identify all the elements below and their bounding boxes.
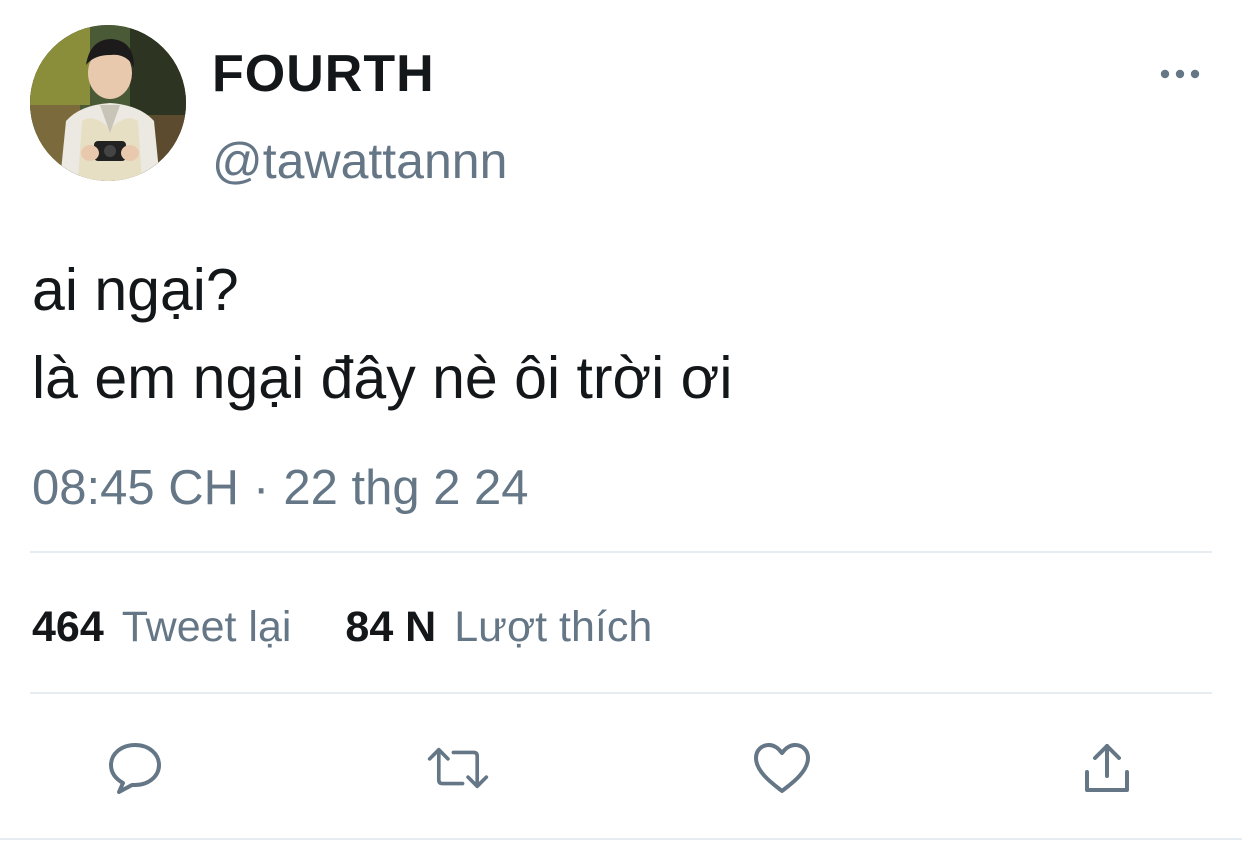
reply-icon	[109, 743, 161, 794]
tweet-date: 22 thg 2 24	[283, 461, 529, 515]
reply-button[interactable]	[103, 736, 167, 800]
retweet-label: Tweet lại	[121, 603, 292, 651]
tweet-text: ai ngại? là em ngại đây nè ôi trời ơi	[32, 246, 1212, 422]
tweet-timestamp[interactable]: 08:45 CH · 22 thg 2 24	[32, 458, 529, 518]
retweet-stat[interactable]: 464 Tweet lại	[32, 603, 303, 651]
tweet-time: 08:45 CH	[32, 461, 240, 515]
heart-icon	[754, 743, 810, 793]
tweet-card: FOURTH @tawattannn ai ngại? là em ngại đ…	[0, 0, 1242, 858]
tweet-text-line-2: là em ngại đây nè ôi trời ơi	[32, 345, 733, 411]
like-button[interactable]	[750, 736, 814, 800]
timestamp-separator: ·	[253, 461, 270, 515]
divider-top	[30, 551, 1212, 553]
more-icon[interactable]	[1150, 56, 1210, 92]
share-button[interactable]	[1075, 736, 1139, 800]
retweet-button[interactable]	[426, 736, 490, 800]
like-count: 84 N	[345, 603, 437, 651]
like-stat[interactable]: 84 N Lượt thích	[345, 603, 652, 651]
retweet-icon	[427, 747, 489, 789]
bottom-border	[0, 838, 1242, 840]
divider-bottom	[30, 692, 1212, 694]
tweet-text-line-1: ai ngại?	[32, 257, 239, 323]
like-label: Lượt thích	[454, 603, 653, 651]
retweet-count: 464	[32, 603, 104, 651]
avatar-image	[30, 25, 186, 181]
tweet-stats: 464 Tweet lại 84 N Lượt thích	[32, 600, 652, 654]
display-name[interactable]: FOURTH	[212, 44, 435, 104]
user-handle[interactable]: @tawattannn	[212, 132, 507, 190]
share-icon	[1085, 744, 1129, 792]
more-icon-glyph	[1160, 69, 1200, 79]
action-bar	[0, 736, 1242, 800]
avatar[interactable]	[30, 25, 186, 181]
